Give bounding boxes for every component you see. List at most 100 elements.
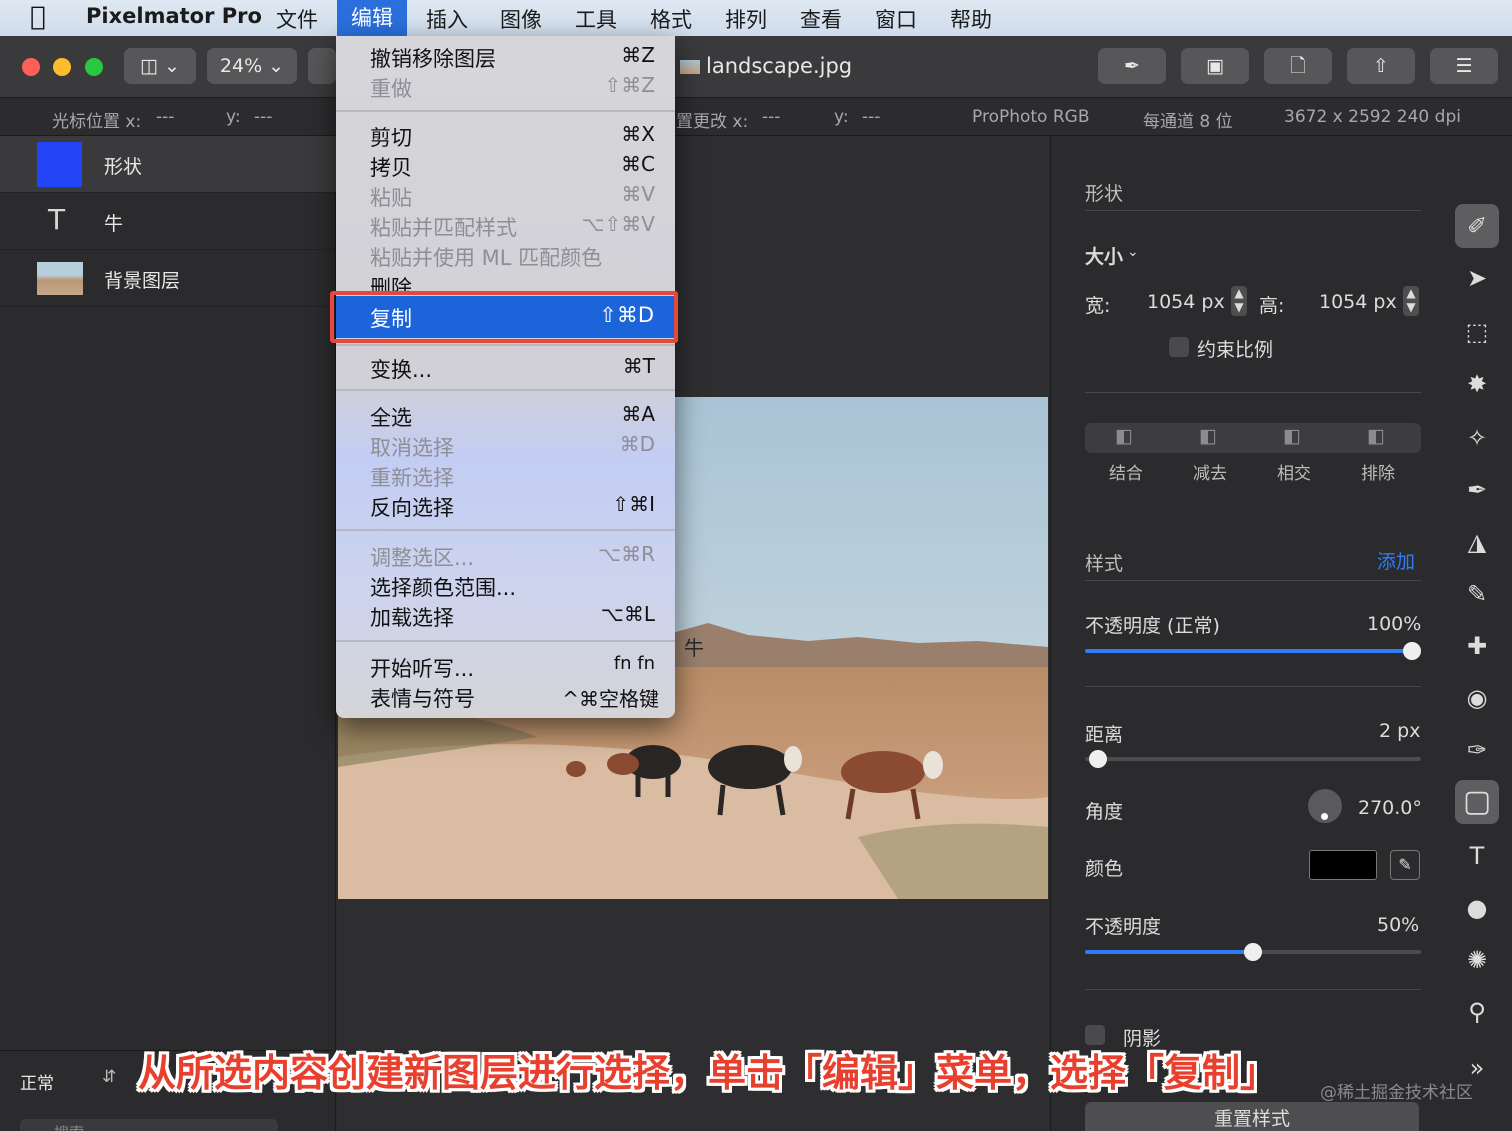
opacity-slider-knob[interactable] [1403,642,1421,660]
menu-item-redo[interactable]: 重做 ⇧⌘Z [336,70,675,101]
menu-item-paste[interactable]: 粘贴 ⌘V [336,179,675,210]
shadow-color-well[interactable] [1309,850,1377,880]
minimize-window-button[interactable] [53,58,71,76]
menu-item-emoji[interactable]: 表情与符号 ^⌘空格键 [336,680,675,711]
combine-button[interactable]: 结合 [1109,459,1143,484]
paint-icon[interactable]: ✒ [1455,468,1499,512]
repair-icon[interactable]: ✚ [1455,624,1499,668]
menu-item-label: 粘贴 [370,186,412,210]
menu-image[interactable]: 图像 [500,4,542,34]
menu-item-delete[interactable]: 删除 [336,269,675,291]
menu-item-undo[interactable]: 撤销移除图层 ⌘Z [336,40,675,71]
layer-shape[interactable]: 形状 [0,136,336,193]
lasso-icon[interactable]: ✸ [1455,362,1499,406]
menu-item-paste-match-style[interactable]: 粘贴并匹配样式 ⌥⇧⌘V [336,209,675,240]
blend-stepper-icon[interactable]: ⇵ [102,1067,116,1087]
search-placeholder: 搜索 [54,1122,84,1131]
intersect-icon[interactable]: ◧ [1283,425,1301,447]
opacity-slider[interactable] [1085,642,1421,660]
shadow-opacity-knob[interactable] [1244,943,1262,961]
zoom-icon[interactable]: ⚲ [1455,990,1499,1034]
eyedropper-icon[interactable]: ✎ [1390,850,1420,880]
menu-item-dictation[interactable]: 开始听写... fn fn [336,650,675,681]
share-button[interactable]: ⇧ [1347,48,1415,84]
shape-icon[interactable]: ▢ [1455,780,1499,824]
angle-dial[interactable] [1308,789,1342,823]
sidebar-toggle-button[interactable]: ◫ ⌄ [124,48,196,84]
menu-item-deselect[interactable]: 取消选择 ⌘D [336,429,675,460]
menu-edit[interactable]: 编辑 [337,0,407,36]
menu-view[interactable]: 查看 [800,4,842,34]
menu-tools[interactable]: 工具 [575,4,617,34]
menu-item-shortcut: ⌥⇧⌘V [581,212,656,236]
menu-item-select-all[interactable]: 全选 ⌘A [336,399,675,430]
width-stepper[interactable]: ▲ ▼ [1231,286,1247,316]
menu-arrange[interactable]: 排列 [725,4,767,34]
document-button[interactable]: 🗋 [1264,48,1332,84]
pen-icon[interactable]: ✑ [1455,728,1499,772]
menu-item-label: 加载选择 [370,606,454,630]
menu-item-transform[interactable]: 变换... ⌘T [336,351,675,382]
canvas-y-label: y: [834,107,849,127]
add-style-button[interactable]: 添加 [1377,547,1415,574]
arrange-icon[interactable]: ➤ [1455,256,1499,300]
menu-item-load-selection[interactable]: 加载选择 ⌥⌘L [336,599,675,630]
menu-window[interactable]: 窗口 [875,4,917,34]
blend-mode-select[interactable]: 正常 [20,1069,54,1094]
color-fill-icon[interactable]: ● [1455,886,1499,930]
adjustments-button[interactable]: ☰ [1430,48,1498,84]
effects-icon[interactable]: ✺ [1455,938,1499,982]
reset-style-button[interactable]: 重置样式 [1085,1102,1419,1131]
menu-format[interactable]: 格式 [650,4,692,34]
close-window-button[interactable] [22,58,40,76]
layer-name: 牛 [104,213,124,235]
exclude-button[interactable]: 排除 [1361,459,1395,484]
crop-button[interactable]: ▣ [1181,48,1249,84]
apple-logo-icon[interactable]:  [30,2,46,32]
exclude-icon[interactable]: ◧ [1367,425,1385,447]
constrain-checkbox[interactable] [1169,337,1189,357]
menu-help[interactable]: 帮助 [950,4,992,34]
menu-item-copy[interactable]: 拷贝 ⌘C [336,149,675,180]
layer-search-input[interactable]: 搜索 [20,1119,278,1131]
type-icon[interactable]: T [1455,834,1499,878]
subtract-icon[interactable]: ◧ [1199,425,1217,447]
sliders-icon: ☰ [1455,55,1473,77]
distance-slider[interactable] [1085,750,1421,768]
size-label[interactable]: 大小 [1085,242,1123,269]
pen-tool-button[interactable]: ✒ [1098,48,1166,84]
height-stepper[interactable]: ▲ ▼ [1403,286,1419,316]
intersect-button[interactable]: 相交 [1277,459,1311,484]
style-tool-icon[interactable]: ✐ [1455,204,1499,248]
menu-item-invert-selection[interactable]: 反向选择 ⇧⌘I [336,489,675,520]
menu-file[interactable]: 文件 [276,4,318,34]
retouch-icon[interactable]: ✎ [1455,572,1499,616]
zoom-window-button[interactable] [85,58,103,76]
boolean-ops-bar: ◧ ◧ ◧ ◧ [1085,423,1421,453]
menu-item-select-color-range[interactable]: 选择颜色范围... [336,569,675,600]
menu-item-cut[interactable]: 剪切 ⌘X [336,119,675,150]
app-menu[interactable]: Pixelmator Pro [86,4,262,28]
distort-icon[interactable]: ◉ [1455,676,1499,720]
document-title-text: landscape.jpg [706,54,853,78]
layer-background[interactable]: 背景图层 [0,250,336,307]
menu-item-refine-selection[interactable]: 调整选区... ⌥⌘R [336,539,675,570]
subtract-button[interactable]: 减去 [1193,459,1227,484]
menu-insert[interactable]: 插入 [426,4,468,34]
height-input[interactable]: 1054 px [1319,291,1397,313]
zoom-dropdown[interactable]: 24% ⌄ [207,48,297,84]
rect-select-icon[interactable]: ⬚ [1455,310,1499,354]
fill-icon[interactable]: ◮ [1455,520,1499,564]
toolbar-button-hidden[interactable] [308,48,336,84]
menu-item-paste-ml-color[interactable]: 粘贴并使用 ML 匹配颜色 [336,239,675,270]
opacity-mode-label[interactable]: 不透明度 (正常) [1085,611,1220,638]
shadow-opacity-slider[interactable] [1085,943,1421,961]
distance-slider-knob[interactable] [1089,750,1107,768]
combine-icon[interactable]: ◧ [1115,425,1133,447]
color-adjust-icon[interactable]: ✧ [1455,416,1499,460]
layer-text[interactable]: T 牛 [0,193,336,250]
menu-item-reselect[interactable]: 重新选择 [336,459,675,490]
width-input[interactable]: 1054 px [1147,291,1225,313]
chevron-down-icon: ⌄ [164,55,180,77]
color-label: 颜色 [1085,858,1124,880]
